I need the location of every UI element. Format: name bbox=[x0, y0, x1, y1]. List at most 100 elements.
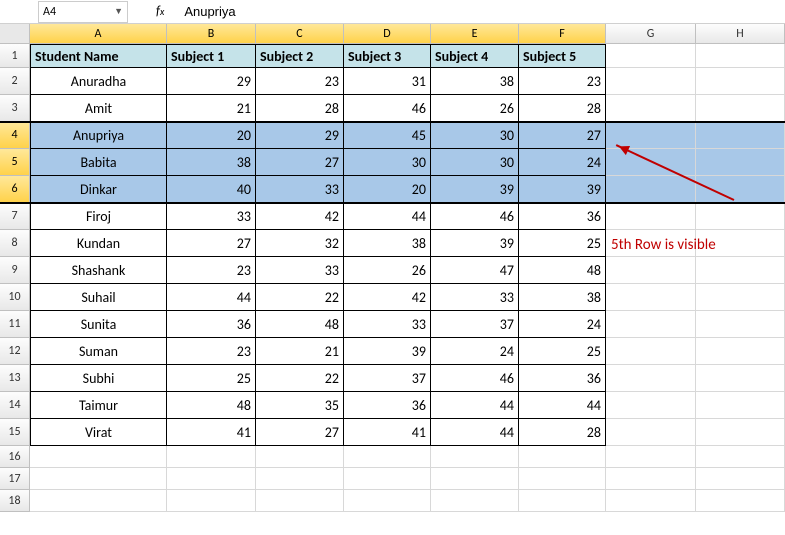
cell-D17[interactable] bbox=[344, 468, 431, 490]
cell-H9[interactable] bbox=[696, 257, 785, 284]
cell-B2[interactable]: 29 bbox=[167, 68, 256, 95]
cell-G10[interactable] bbox=[606, 284, 696, 311]
col-header-E[interactable]: E bbox=[431, 24, 519, 44]
cell-C4[interactable]: 29 bbox=[256, 122, 344, 149]
cell-A5[interactable]: Babita bbox=[30, 149, 167, 176]
fx-button[interactable]: fx bbox=[156, 4, 164, 19]
cell-H8[interactable] bbox=[696, 230, 785, 257]
cell-C14[interactable]: 35 bbox=[256, 392, 344, 419]
cell-F14[interactable]: 44 bbox=[519, 392, 606, 419]
cell-D6[interactable]: 20 bbox=[344, 176, 431, 203]
cell-F12[interactable]: 25 bbox=[519, 338, 606, 365]
cell-E3[interactable]: 26 bbox=[431, 95, 519, 122]
col-header-B[interactable]: B bbox=[167, 24, 256, 44]
cell-H10[interactable] bbox=[696, 284, 785, 311]
row-header-4[interactable]: 4 bbox=[0, 122, 30, 149]
cell-D15[interactable]: 41 bbox=[344, 419, 431, 446]
cell-B14[interactable]: 48 bbox=[167, 392, 256, 419]
cell-B18[interactable] bbox=[167, 490, 256, 512]
cell-D2[interactable]: 31 bbox=[344, 68, 431, 95]
row-header-8[interactable]: 8 bbox=[0, 230, 30, 257]
cell-F16[interactable] bbox=[519, 446, 606, 468]
cell-C7[interactable]: 42 bbox=[256, 203, 344, 230]
cell-G1[interactable] bbox=[606, 44, 696, 68]
cell-D11[interactable]: 33 bbox=[344, 311, 431, 338]
cell-grid[interactable]: Student NameSubject 1Subject 2Subject 3S… bbox=[30, 44, 785, 512]
cell-F8[interactable]: 25 bbox=[519, 230, 606, 257]
cell-G12[interactable] bbox=[606, 338, 696, 365]
cell-C6[interactable]: 33 bbox=[256, 176, 344, 203]
cell-A8[interactable]: Kundan bbox=[30, 230, 167, 257]
cell-D18[interactable] bbox=[344, 490, 431, 512]
cell-H14[interactable] bbox=[696, 392, 785, 419]
cell-B5[interactable]: 38 bbox=[167, 149, 256, 176]
cell-G14[interactable] bbox=[606, 392, 696, 419]
cell-E15[interactable]: 44 bbox=[431, 419, 519, 446]
cell-C12[interactable]: 21 bbox=[256, 338, 344, 365]
cell-G18[interactable] bbox=[606, 490, 696, 512]
cell-D1[interactable]: Subject 3 bbox=[344, 44, 431, 68]
cell-G2[interactable] bbox=[606, 68, 696, 95]
cell-C8[interactable]: 32 bbox=[256, 230, 344, 257]
cell-H18[interactable] bbox=[696, 490, 785, 512]
cell-H15[interactable] bbox=[696, 419, 785, 446]
cell-B10[interactable]: 44 bbox=[167, 284, 256, 311]
cell-F9[interactable]: 48 bbox=[519, 257, 606, 284]
cell-B9[interactable]: 23 bbox=[167, 257, 256, 284]
cell-C16[interactable] bbox=[256, 446, 344, 468]
cell-C5[interactable]: 27 bbox=[256, 149, 344, 176]
cell-E12[interactable]: 24 bbox=[431, 338, 519, 365]
cell-C18[interactable] bbox=[256, 490, 344, 512]
cell-B3[interactable]: 21 bbox=[167, 95, 256, 122]
cell-E8[interactable]: 39 bbox=[431, 230, 519, 257]
cell-D13[interactable]: 37 bbox=[344, 365, 431, 392]
cell-D12[interactable]: 39 bbox=[344, 338, 431, 365]
cell-H3[interactable] bbox=[696, 95, 785, 122]
cell-G3[interactable] bbox=[606, 95, 696, 122]
cell-E18[interactable] bbox=[431, 490, 519, 512]
cell-C9[interactable]: 33 bbox=[256, 257, 344, 284]
cell-E16[interactable] bbox=[431, 446, 519, 468]
cell-A12[interactable]: Suman bbox=[30, 338, 167, 365]
cell-D4[interactable]: 45 bbox=[344, 122, 431, 149]
cell-G11[interactable] bbox=[606, 311, 696, 338]
cell-C2[interactable]: 23 bbox=[256, 68, 344, 95]
cell-A11[interactable]: Sunita bbox=[30, 311, 167, 338]
cell-E4[interactable]: 30 bbox=[431, 122, 519, 149]
cell-A13[interactable]: Subhi bbox=[30, 365, 167, 392]
name-box[interactable]: A4 ▼ bbox=[38, 1, 128, 23]
row-header-7[interactable]: 7 bbox=[0, 203, 30, 230]
select-all-corner[interactable] bbox=[0, 24, 30, 44]
cell-F7[interactable]: 36 bbox=[519, 203, 606, 230]
cell-E2[interactable]: 38 bbox=[431, 68, 519, 95]
cell-A18[interactable] bbox=[30, 490, 167, 512]
cell-A3[interactable]: Amit bbox=[30, 95, 167, 122]
col-header-A[interactable]: A bbox=[30, 24, 167, 44]
cell-B16[interactable] bbox=[167, 446, 256, 468]
row-header-6[interactable]: 6 bbox=[0, 176, 30, 203]
cell-A6[interactable]: Dinkar bbox=[30, 176, 167, 203]
cell-B7[interactable]: 33 bbox=[167, 203, 256, 230]
cell-H7[interactable] bbox=[696, 203, 785, 230]
cell-A4[interactable]: Anupriya bbox=[30, 122, 167, 149]
row-header-15[interactable]: 15 bbox=[0, 419, 30, 446]
cell-H13[interactable] bbox=[696, 365, 785, 392]
cell-G13[interactable] bbox=[606, 365, 696, 392]
cell-E9[interactable]: 47 bbox=[431, 257, 519, 284]
cell-F18[interactable] bbox=[519, 490, 606, 512]
cell-C10[interactable]: 22 bbox=[256, 284, 344, 311]
cell-E17[interactable] bbox=[431, 468, 519, 490]
cell-C1[interactable]: Subject 2 bbox=[256, 44, 344, 68]
cell-E13[interactable]: 46 bbox=[431, 365, 519, 392]
cell-C11[interactable]: 48 bbox=[256, 311, 344, 338]
cell-A9[interactable]: Shashank bbox=[30, 257, 167, 284]
cell-H12[interactable] bbox=[696, 338, 785, 365]
cell-B17[interactable] bbox=[167, 468, 256, 490]
cell-G15[interactable] bbox=[606, 419, 696, 446]
cell-C3[interactable]: 28 bbox=[256, 95, 344, 122]
col-header-G[interactable]: G bbox=[606, 24, 696, 44]
cell-B6[interactable]: 40 bbox=[167, 176, 256, 203]
cell-E5[interactable]: 30 bbox=[431, 149, 519, 176]
cell-B12[interactable]: 23 bbox=[167, 338, 256, 365]
cell-B4[interactable]: 20 bbox=[167, 122, 256, 149]
